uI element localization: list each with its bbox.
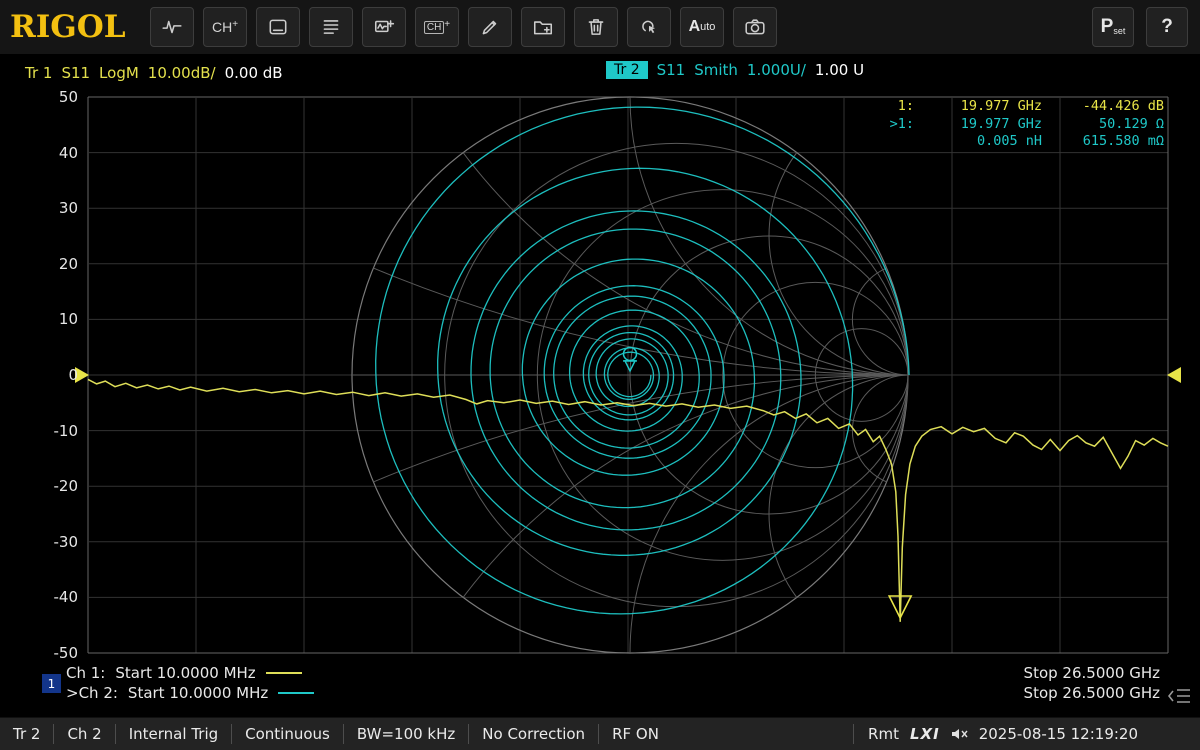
list-icon	[320, 16, 342, 38]
window-icon	[267, 16, 289, 38]
toolbar-buttons: CH+ CH+ Auto	[150, 7, 777, 47]
touch-button[interactable]	[627, 7, 671, 47]
marker-readout-row: 1: 19.977 GHz -44.426 dB	[872, 98, 1164, 116]
status-correction[interactable]: No Correction	[468, 724, 598, 744]
trace1-scale: 10.00dB/	[148, 64, 216, 82]
marker-readout: 1: 19.977 GHz -44.426 dB >1: 19.977 GHz …	[872, 98, 1164, 151]
channel2-stop: Stop 26.5000 GHz	[1024, 684, 1160, 702]
meas-list-button[interactable]	[309, 7, 353, 47]
rigol-logo: RIGOL	[0, 9, 150, 45]
trace2-smith-trace	[376, 107, 909, 614]
status-sweep-mode[interactable]: Continuous	[231, 724, 343, 744]
trace2-info[interactable]: Tr 2 S11 Smith 1.000U/ 1.00 U	[606, 61, 864, 79]
channel1-label: Ch 1:	[66, 664, 105, 682]
status-bar: Tr 2 Ch 2 Internal Trig Continuous BW=10…	[0, 717, 1200, 750]
trace1-ref-level: 0.00 dB	[225, 64, 283, 82]
trace2-format: Smith	[694, 61, 738, 79]
marker-readout-row: 0.005 nH 615.580 mΩ	[872, 133, 1164, 151]
trace2-active-badge: Tr 2	[606, 61, 648, 79]
pencil-icon	[479, 16, 501, 38]
save-channel-button[interactable]	[521, 7, 565, 47]
menu-expand-icon	[1168, 688, 1192, 704]
y-axis-label: 20	[0, 255, 78, 273]
toolbar-right: Pset ?	[1092, 7, 1200, 47]
clock: 2025-08-15 12:19:20	[979, 725, 1138, 743]
y-axis-label: 0	[0, 366, 78, 384]
status-rf-power[interactable]: RF ON	[598, 724, 672, 744]
status-right-group: Rmt LXI 2025-08-15 12:19:20	[853, 724, 1200, 744]
ref-level-marker-right[interactable]	[1167, 367, 1181, 383]
status-active-channel[interactable]: Ch 2	[53, 724, 114, 744]
trace-info-bar: Tr 1 S11 LogM 10.00dB/ 0.00 dB Tr 2 S11 …	[0, 54, 1200, 90]
y-axis-label: -40	[0, 588, 78, 606]
trace1-legend-line	[266, 672, 302, 674]
trash-icon	[585, 16, 607, 38]
channel2-label: >Ch 2:	[66, 684, 118, 702]
help-button[interactable]: ?	[1146, 7, 1188, 47]
trace1-info[interactable]: Tr 1 S11 LogM 10.00dB/ 0.00 dB	[25, 64, 283, 82]
channel-add-button[interactable]: CH+	[203, 7, 247, 47]
trace2-parameter: S11	[657, 61, 686, 79]
auto-label-a: A	[689, 18, 701, 36]
y-axis-label: -20	[0, 477, 78, 495]
channel1-row: Ch 1: Start 10.0000 MHz Stop 26.5000 GHz	[66, 663, 1160, 683]
y-axis-label: -10	[0, 422, 78, 440]
y-axis-label: -50	[0, 644, 78, 662]
status-if-bandwidth[interactable]: BW=100 kHz	[343, 724, 468, 744]
preset-button[interactable]: Pset	[1092, 7, 1134, 47]
lxi-indicator: LXI	[910, 725, 940, 743]
delete-button[interactable]	[574, 7, 618, 47]
preset-label-sub: set	[1113, 26, 1125, 36]
y-axis-label: 30	[0, 199, 78, 217]
channel1-start: Start 10.0000 MHz	[115, 664, 255, 682]
channel-indicator[interactable]: 1	[42, 674, 61, 693]
auto-scale-button[interactable]: Auto	[680, 7, 724, 47]
pulse-icon	[161, 16, 183, 38]
trace-button[interactable]	[150, 7, 194, 47]
scale-edit-button[interactable]	[468, 7, 512, 47]
remote-indicator: Rmt	[868, 725, 899, 743]
camera-icon	[744, 16, 766, 38]
screenshot-button[interactable]	[733, 7, 777, 47]
status-active-trace[interactable]: Tr 2	[0, 724, 53, 744]
channel-info-area: 1 Ch 1: Start 10.0000 MHz Stop 26.5000 G…	[0, 662, 1200, 714]
y-axis-label: 40	[0, 144, 78, 162]
channel-add-label: CH	[212, 19, 232, 35]
channel-copy-button[interactable]: CH+	[415, 7, 459, 47]
channel2-row: >Ch 2: Start 10.0000 MHz Stop 26.5000 GH…	[66, 683, 1160, 703]
trace1-label: Tr 1	[25, 64, 52, 82]
trace1-format: LogM	[99, 64, 139, 82]
channel1-stop: Stop 26.5000 GHz	[1024, 664, 1160, 682]
trace1-parameter: S11	[61, 64, 90, 82]
trace2-legend-line	[278, 692, 314, 694]
mute-speaker-icon[interactable]	[951, 727, 968, 741]
y-axis-label: 10	[0, 310, 78, 328]
preset-label-main: P	[1101, 16, 1114, 38]
folder-plus-icon	[532, 16, 554, 38]
menu-expand-button[interactable]	[1165, 686, 1195, 706]
trace-add-button[interactable]	[362, 7, 406, 47]
touch-gesture-icon	[638, 16, 660, 38]
marker-readout-row: >1: 19.977 GHz 50.129 Ω	[872, 116, 1164, 134]
y-axis-label: -30	[0, 533, 78, 551]
trace2-ref-level: 1.00 U	[815, 61, 864, 79]
status-trigger-source[interactable]: Internal Trig	[115, 724, 231, 744]
plus-superscript: +	[444, 19, 450, 30]
top-toolbar: RIGOL CH+ CH+ Auto	[0, 0, 1200, 54]
channel2-start: Start 10.0000 MHz	[128, 684, 268, 702]
plus-superscript: +	[232, 19, 238, 30]
channel-copy-label: CH	[424, 21, 444, 34]
window-layout-button[interactable]	[256, 7, 300, 47]
y-axis-label: 50	[0, 88, 78, 106]
chart-plus-icon	[373, 16, 395, 38]
auto-label-rest: uto	[700, 21, 715, 33]
trace2-scale: 1.000U/	[747, 61, 806, 79]
